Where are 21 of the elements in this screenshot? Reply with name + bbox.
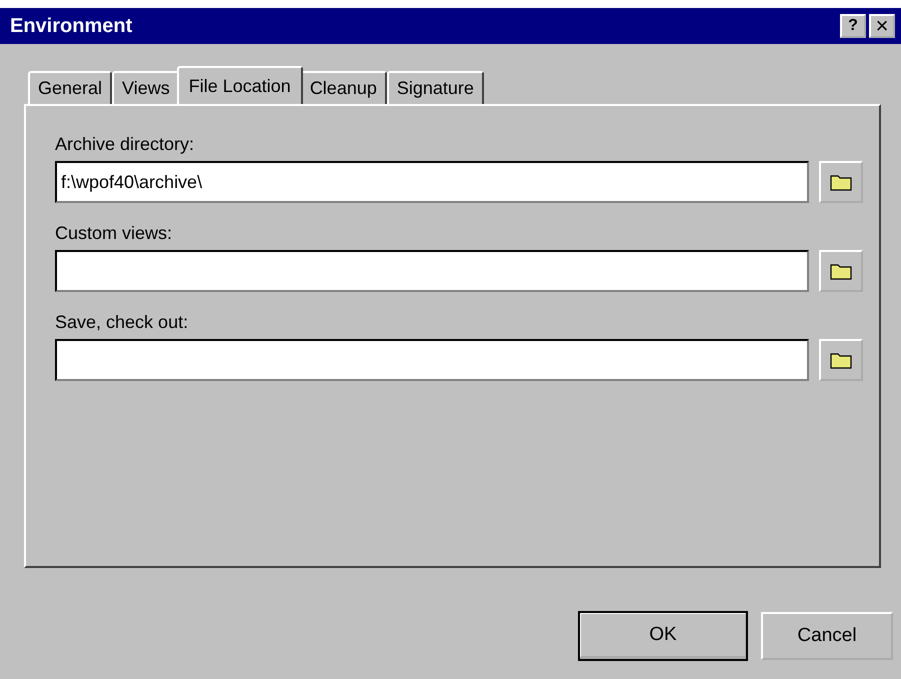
tab[interactable]: Views xyxy=(112,71,180,104)
dialog-button[interactable]: OK xyxy=(579,612,747,660)
folder-icon xyxy=(830,173,852,191)
input-field[interactable]: f:\wpof40\archive\ xyxy=(55,161,809,203)
tab[interactable]: File Location xyxy=(176,66,303,104)
browse-button[interactable] xyxy=(819,339,863,381)
window-title: Environment xyxy=(10,14,132,38)
dialog-button[interactable]: Cancel xyxy=(761,612,893,660)
browse-button[interactable] xyxy=(819,250,863,292)
tab[interactable]: General xyxy=(28,71,112,104)
folder-icon xyxy=(830,262,852,280)
folder-icon xyxy=(830,351,852,369)
field-label: Custom views: xyxy=(55,223,174,244)
field-label: Save, check out: xyxy=(55,312,190,333)
help-button[interactable]: ? xyxy=(840,14,866,38)
close-button[interactable]: × xyxy=(869,14,895,38)
input-field[interactable] xyxy=(55,339,809,381)
browse-button[interactable] xyxy=(819,161,863,203)
input-field[interactable] xyxy=(55,250,809,292)
field-label: Archive directory: xyxy=(55,134,196,155)
tab[interactable]: Signature xyxy=(386,71,484,104)
